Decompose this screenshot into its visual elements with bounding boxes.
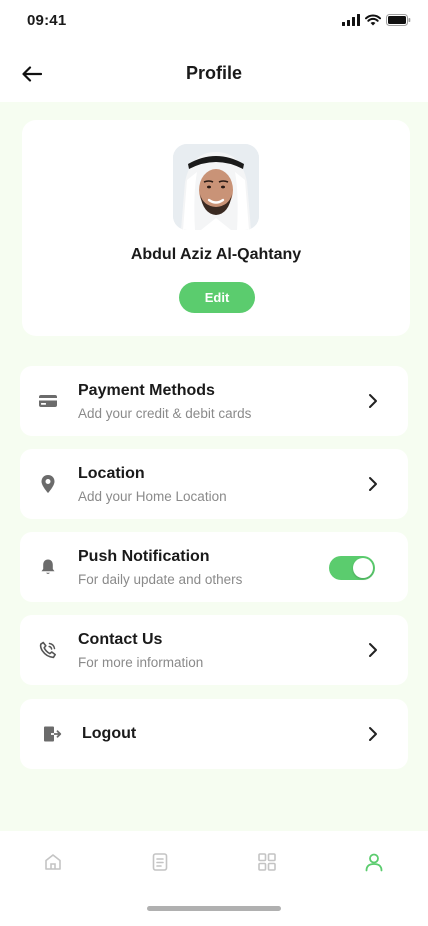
status-icons: [342, 14, 411, 26]
chevron-right-icon: [366, 475, 380, 493]
chevron-right-icon: [366, 392, 380, 410]
profile-name: Abdul Aziz Al-Qahtany: [130, 246, 302, 263]
menu-title: Contact Us: [78, 631, 163, 648]
chevron-right-icon: [366, 641, 380, 659]
bottom-nav: [0, 831, 428, 926]
status-time: 09:41: [27, 12, 67, 29]
profile-card: Abdul Aziz Al-Qahtany Edit: [22, 120, 410, 336]
content-area: Abdul Aziz Al-Qahtany Edit Payment Metho…: [0, 102, 428, 831]
logout-icon: [42, 724, 62, 744]
menu-subtitle: Add your Home Location: [78, 489, 227, 504]
menu-title: Logout: [82, 725, 137, 742]
avatar: [173, 144, 259, 230]
menu-title: Location: [78, 465, 145, 482]
bell-icon: [38, 557, 58, 577]
grid-icon: [258, 853, 276, 871]
menu-item-push-notification: Push Notification For daily update and o…: [20, 532, 408, 602]
nav-documents[interactable]: [149, 851, 171, 873]
page-title: Profile: [185, 63, 242, 83]
menu-item-logout[interactable]: Logout: [20, 699, 408, 769]
menu-subtitle: For more information: [78, 655, 204, 670]
nav-profile[interactable]: [363, 851, 385, 873]
home-icon: [45, 854, 61, 870]
person-icon: [365, 853, 383, 872]
battery-icon: [386, 14, 411, 26]
location-pin-icon: [38, 474, 58, 494]
home-indicator: [147, 906, 281, 911]
status-bar: 09:41: [0, 0, 428, 44]
menu-title: Payment Methods: [78, 382, 215, 399]
signal-icon: [342, 14, 360, 26]
document-icon: [152, 853, 168, 871]
menu-item-payment-methods[interactable]: Payment Methods Add your credit & debit …: [20, 366, 408, 436]
push-notification-toggle[interactable]: [329, 556, 375, 580]
nav-apps[interactable]: [256, 851, 278, 873]
card-icon: [38, 391, 58, 411]
menu-subtitle: Add your credit & debit cards: [78, 406, 252, 421]
wifi-icon: [365, 14, 381, 26]
menu-title: Push Notification: [78, 548, 210, 565]
toggle-knob: [353, 558, 373, 578]
edit-profile-button[interactable]: Edit: [179, 282, 255, 313]
menu-item-location[interactable]: Location Add your Home Location: [20, 449, 408, 519]
header: Profile: [0, 44, 428, 102]
phone-icon: [38, 640, 58, 660]
menu-subtitle: For daily update and others: [78, 572, 243, 587]
chevron-right-icon: [366, 725, 380, 743]
nav-home[interactable]: [42, 851, 64, 873]
menu-item-contact-us[interactable]: Contact Us For more information: [20, 615, 408, 685]
